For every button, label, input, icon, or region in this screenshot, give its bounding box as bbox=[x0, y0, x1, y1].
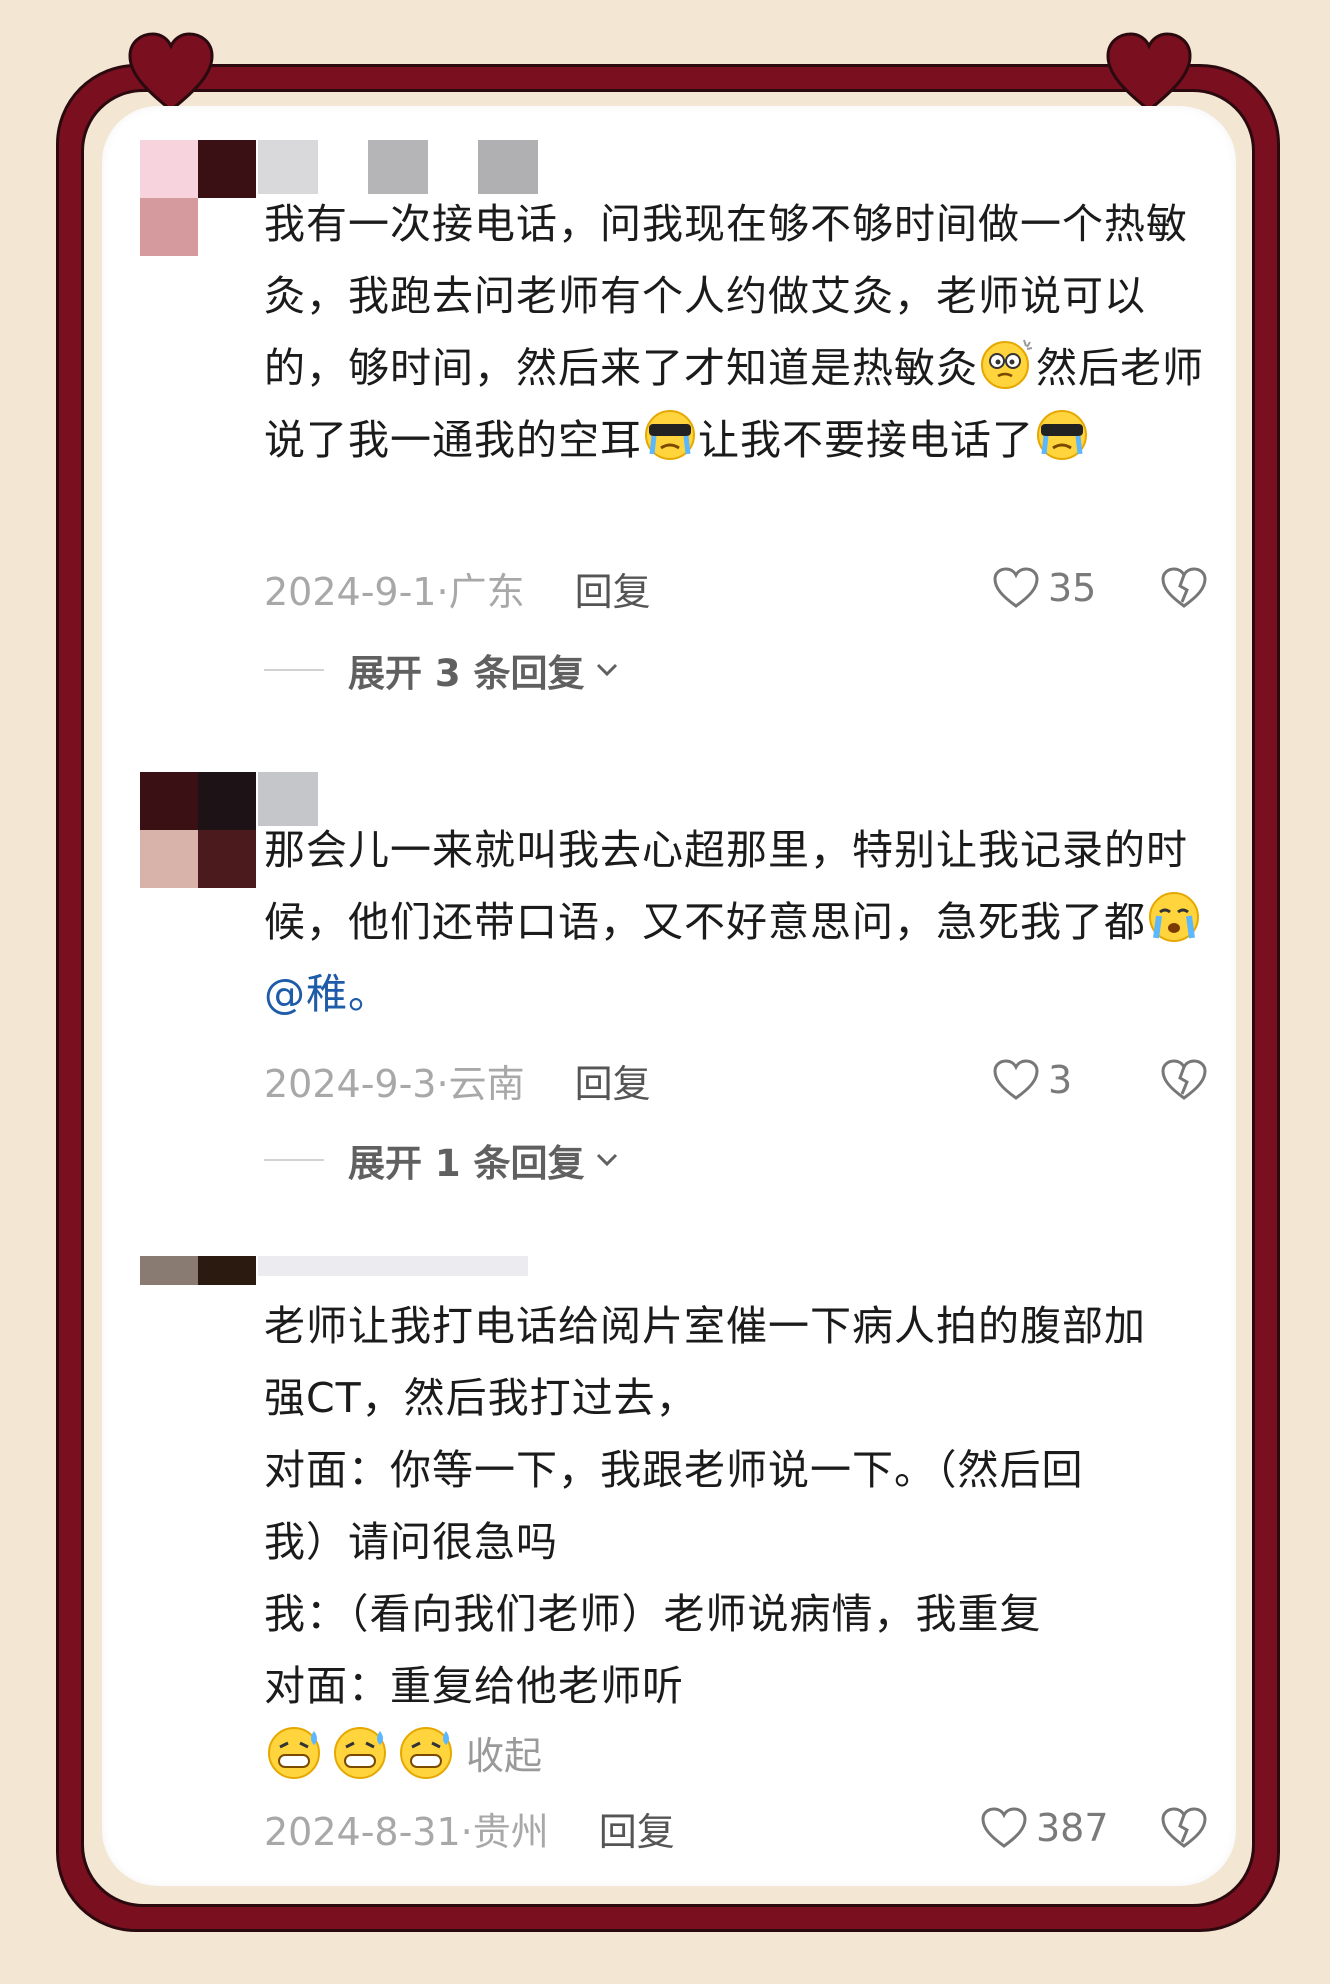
sweat-grin-emoji-icon bbox=[400, 1727, 452, 1779]
comment-card: 我有一次接电话，问我现在够不够时间做一个热敏灸，我跑去问老师有个人约做艾灸，老师… bbox=[102, 106, 1236, 1886]
comment-line: 强CT，然后我打过去， bbox=[264, 1374, 698, 1422]
reply-button[interactable]: 回复 bbox=[599, 1801, 675, 1856]
comment-line: 我：（看向我们老师）老师说病情，我重复 bbox=[264, 1590, 1042, 1638]
comment-item: 我有一次接电话，问我现在够不够时间做一个热敏灸，我跑去问老师有个人约做艾灸，老师… bbox=[102, 106, 1236, 746]
avatar[interactable] bbox=[140, 772, 256, 888]
comment-item: 老师让我打电话给阅片室催一下病人拍的腹部加 强CT，然后我打过去， 对面：你等一… bbox=[102, 1226, 1236, 1886]
reply-button[interactable]: 回复 bbox=[575, 1053, 651, 1108]
sweat-grin-emoji-icon bbox=[334, 1727, 386, 1779]
like-button[interactable]: 3 bbox=[992, 1058, 1110, 1102]
like-count: 35 bbox=[1048, 566, 1097, 610]
comment-text: 老师让我打电话给阅片室催一下病人拍的腹部加 强CT，然后我打过去， 对面：你等一… bbox=[264, 1290, 1204, 1722]
heart-icon bbox=[128, 32, 214, 112]
like-count: 387 bbox=[1036, 1806, 1109, 1850]
emoji-collapse-row: 收起 bbox=[264, 1722, 542, 1782]
comment-line: 对面：重复给他老师听 bbox=[264, 1662, 684, 1710]
expand-label: 展开 3 条回复 bbox=[348, 652, 585, 695]
comment-item: 那会儿一来就叫我去心超那里，特别让我记录的时候，他们还带口语，又不好意思问，急死… bbox=[102, 746, 1236, 1226]
cool-crying-emoji-icon bbox=[645, 410, 695, 460]
divider-line bbox=[264, 1159, 324, 1161]
comment-body-3: 让我不要接电话了 bbox=[698, 416, 1034, 464]
comment-line: 我）请问很急吗 bbox=[264, 1518, 558, 1566]
sweat-grin-emoji-icon bbox=[268, 1727, 320, 1779]
expand-replies-button[interactable]: 展开 3 条回复 bbox=[264, 640, 621, 700]
expand-replies-button[interactable]: 展开 1 条回复 bbox=[264, 1130, 621, 1190]
avatar[interactable] bbox=[140, 1256, 256, 1314]
comment-meta: 2024-8-31·贵州 回复 387 bbox=[264, 1798, 1208, 1858]
comment-text: 那会儿一来就叫我去心超那里，特别让我记录的时候，他们还带口语，又不好意思问，急死… bbox=[264, 814, 1204, 1030]
expand-label: 展开 1 条回复 bbox=[348, 1142, 585, 1185]
heart-icon bbox=[1106, 32, 1192, 112]
comment-date: 2024-9-3·云南 bbox=[264, 1061, 525, 1106]
heart-outline-icon bbox=[993, 1059, 1039, 1100]
username-blurred[interactable] bbox=[258, 140, 548, 194]
comment-date: 2024-9-1·广东 bbox=[264, 569, 525, 614]
heart-outline-icon bbox=[993, 567, 1039, 608]
broken-heart-icon[interactable] bbox=[1160, 1806, 1208, 1850]
dizzy-face-emoji-icon bbox=[981, 339, 1033, 389]
crying-face-emoji-icon bbox=[1149, 892, 1199, 942]
like-button[interactable]: 35 bbox=[992, 566, 1110, 610]
comment-text: 我有一次接电话，问我现在够不够时间做一个热敏灸，我跑去问老师有个人约做艾灸，老师… bbox=[264, 188, 1204, 476]
comment-line: 对面：你等一下，我跟老师说一下。（然后回 bbox=[264, 1446, 1084, 1494]
comment-meta: 2024-9-3·云南 回复 3 bbox=[264, 1050, 1208, 1110]
comment-body: 那会儿一来就叫我去心超那里，特别让我记录的时候，他们还带口语，又不好意思问，急死… bbox=[264, 826, 1188, 946]
comment-meta: 2024-9-1·广东 回复 35 bbox=[264, 558, 1208, 618]
chevron-down-icon bbox=[596, 1153, 617, 1167]
broken-heart-icon[interactable] bbox=[1160, 1058, 1208, 1102]
collapse-button[interactable]: 收起 bbox=[466, 1725, 542, 1780]
cool-crying-emoji-icon bbox=[1037, 410, 1087, 460]
broken-heart-icon[interactable] bbox=[1160, 566, 1208, 610]
reply-button[interactable]: 回复 bbox=[575, 561, 651, 616]
chevron-down-icon bbox=[596, 663, 617, 677]
like-button[interactable]: 387 bbox=[980, 1806, 1110, 1850]
avatar[interactable] bbox=[140, 140, 256, 256]
comment-line: 老师让我打电话给阅片室催一下病人拍的腹部加 bbox=[264, 1302, 1146, 1350]
like-count: 3 bbox=[1048, 1058, 1073, 1102]
heart-outline-icon bbox=[981, 1807, 1027, 1848]
username-blurred[interactable] bbox=[258, 1256, 548, 1276]
mention-link[interactable]: @稚。 bbox=[264, 970, 390, 1018]
comment-date: 2024-8-31·贵州 bbox=[264, 1809, 549, 1854]
divider-line bbox=[264, 669, 324, 671]
